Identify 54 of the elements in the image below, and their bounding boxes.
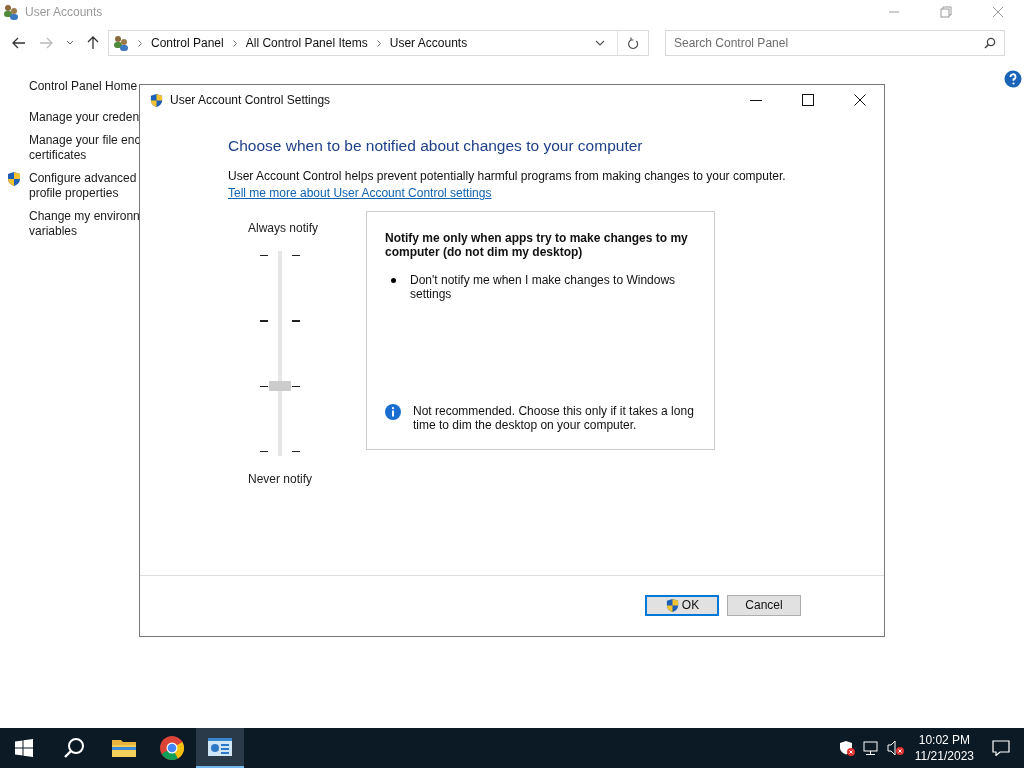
shield-icon: [664, 597, 680, 613]
chevron-right-icon: [376, 39, 381, 47]
taskbar-app[interactable]: [196, 728, 244, 768]
breadcrumb[interactable]: All Control Panel Items: [245, 36, 368, 50]
help-link[interactable]: Tell me more about User Account Control settings: [228, 186, 492, 200]
breadcrumb[interactable]: User Accounts: [389, 36, 468, 50]
window-title: User Accounts: [25, 5, 103, 19]
search-field[interactable]: Search Control Panel: [665, 30, 1005, 56]
sidebar-link[interactable]: Configure advanced profile properties: [29, 171, 137, 201]
note-text: Not recommended. Choose this only if it takes a long time to dim the desktop on your computer.: [413, 404, 694, 432]
windows-start-icon[interactable]: [15, 739, 33, 757]
bullet-icon: [391, 278, 396, 283]
security-shield-icon[interactable]: [838, 740, 855, 756]
description-text: User Account Control helps prevent potentially harmful programs from making changes to your computer.: [228, 169, 787, 183]
clock-date[interactable]: 11/21/2023: [914, 748, 974, 764]
back-arrow-icon[interactable]: [12, 37, 26, 49]
network-icon[interactable]: [862, 740, 879, 756]
speaker-muted-icon[interactable]: [886, 740, 905, 756]
address-bar[interactable]: Control Panel All Control Panel Items User Accounts: [108, 30, 618, 56]
panel-title: Notify me only when apps try to make changes to my computer (do not dim my desktop): [385, 231, 689, 259]
browser-icon: [160, 736, 184, 760]
folder-icon: [112, 738, 136, 758]
users-icon: [113, 35, 129, 51]
info-icon: [385, 404, 401, 420]
dialog-heading: Choose when to be notified about changes to your computer: [228, 137, 644, 155]
sidebar-link[interactable]: Control Panel Home: [29, 79, 138, 94]
search-icon: [984, 37, 996, 49]
breadcrumb[interactable]: Control Panel: [151, 36, 224, 50]
refresh-icon: [627, 36, 639, 50]
shield-icon: [6, 171, 22, 187]
maximize-icon[interactable]: [802, 94, 814, 106]
dialog-button[interactable]: OK: [645, 594, 719, 616]
refresh-button[interactable]: [617, 30, 649, 56]
chevron-down-icon[interactable]: [66, 40, 74, 46]
users-icon: [3, 4, 19, 20]
dialog-title: User Account Control Settings: [170, 93, 331, 107]
bullet-text: Don't notify me when I make changes to Windows settings: [410, 273, 677, 301]
up-arrow-icon[interactable]: [87, 36, 99, 50]
sidebar-link[interactable]: Manage your creden: [29, 110, 139, 125]
chevron-right-icon: [232, 39, 237, 47]
chevron-down-icon[interactable]: [595, 40, 605, 46]
close-icon[interactable]: [854, 94, 866, 106]
slider-label: Always notify: [248, 221, 320, 235]
notifications-icon[interactable]: [992, 740, 1010, 756]
clock-time[interactable]: 10:02 PM: [918, 732, 971, 748]
sidebar-link[interactable]: Change my environn variables: [29, 209, 139, 239]
control-panel-icon: [208, 737, 232, 757]
shield-icon: [149, 92, 164, 108]
slider-label: Never notify: [248, 472, 314, 486]
search-icon[interactable]: [63, 737, 85, 759]
help-icon[interactable]: [1004, 70, 1022, 88]
chevron-right-icon: [138, 39, 142, 47]
dialog-button[interactable]: Cancel: [727, 594, 801, 616]
slider-thumb[interactable]: [269, 381, 291, 392]
